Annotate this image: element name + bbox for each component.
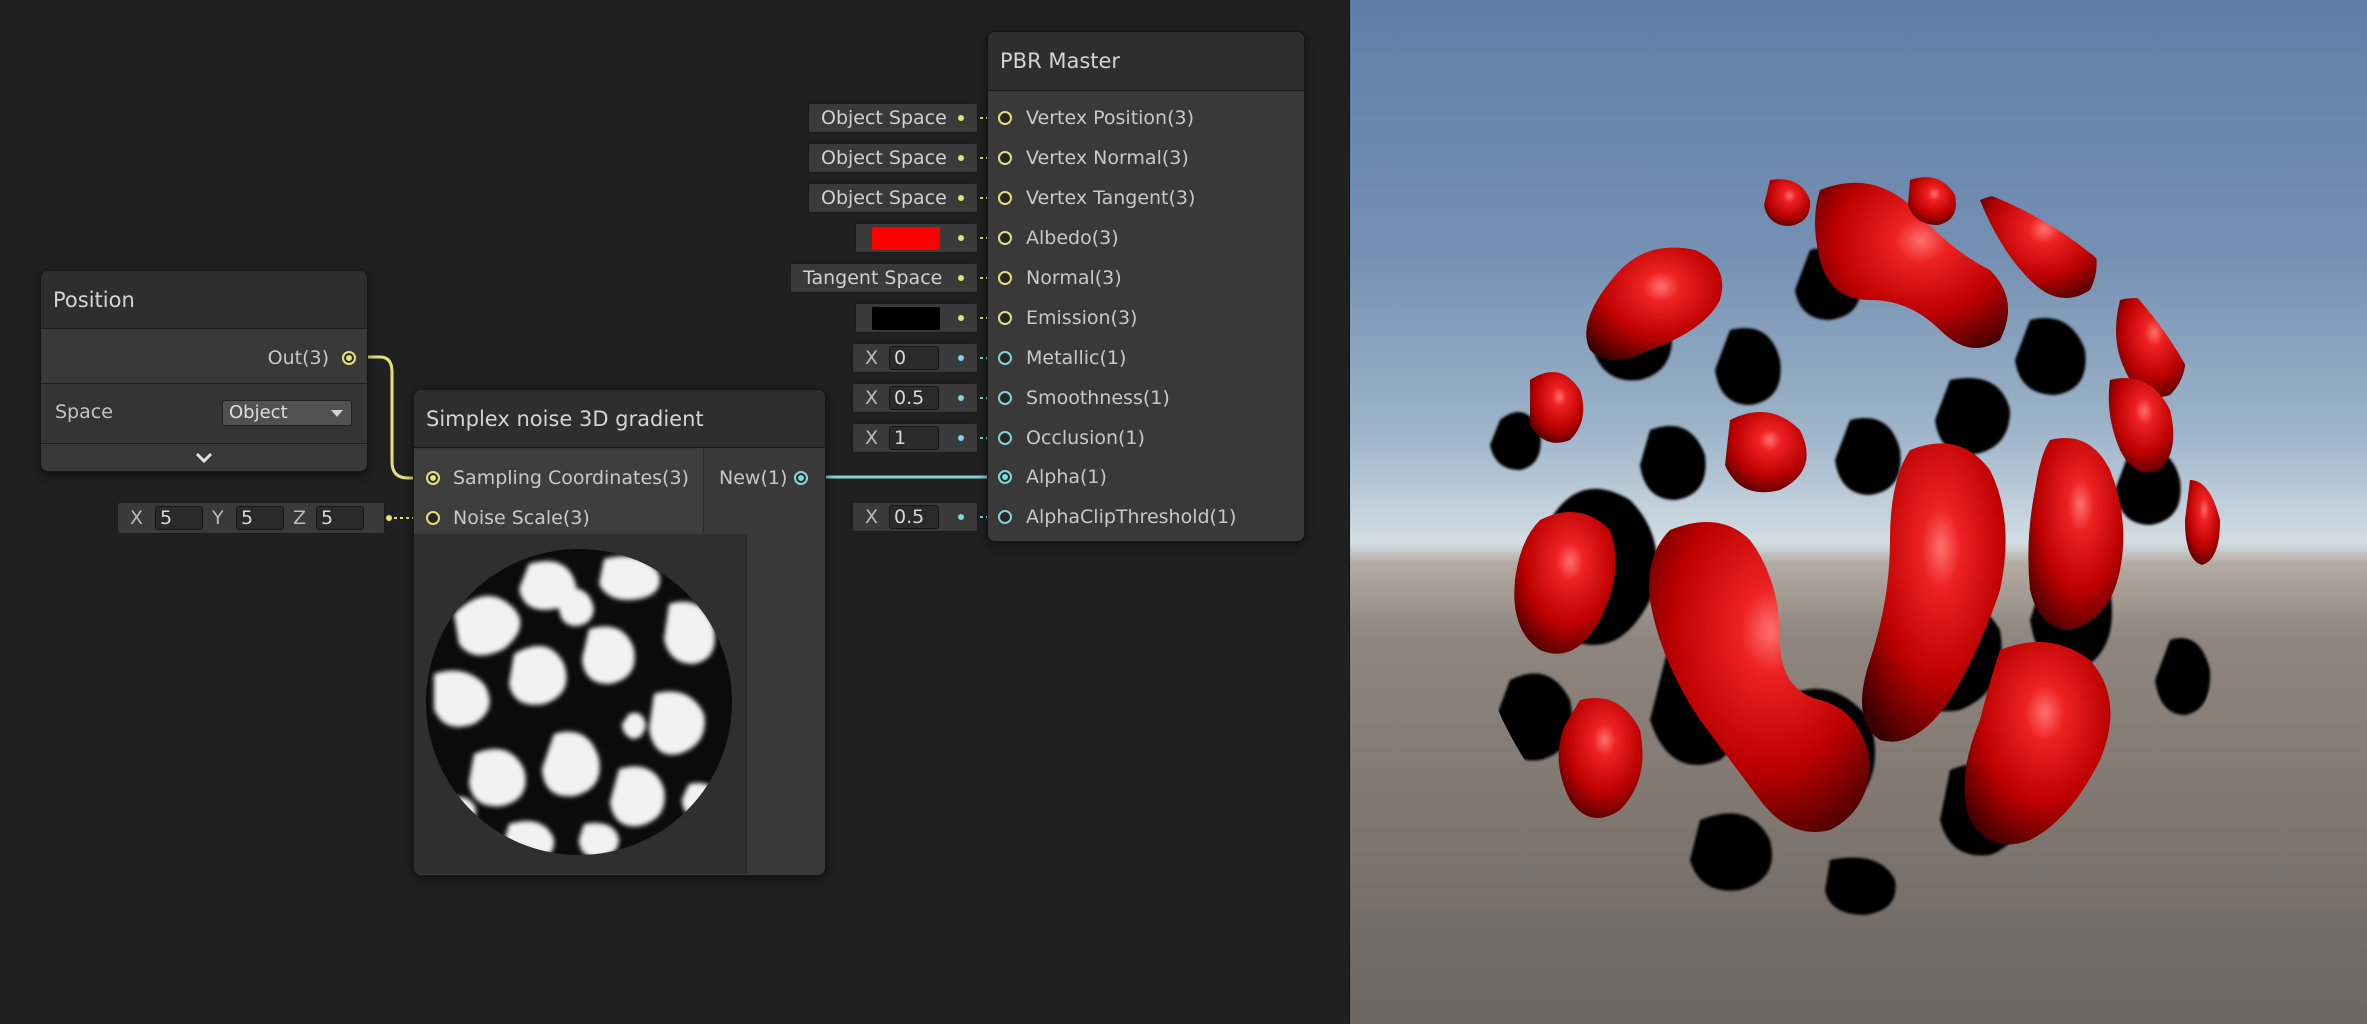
vertex-position-space-value: Object Space	[821, 107, 947, 129]
occlusion-x-label: X	[865, 427, 879, 449]
noise-scale-x-label: X	[130, 507, 144, 529]
noise-scale-dot[interactable]	[426, 511, 440, 525]
sampling-coordinates-port[interactable]: Sampling Coordinates(3)	[414, 464, 702, 494]
noise-preview-area	[414, 534, 747, 874]
normal-space-value: Tangent Space	[803, 267, 943, 289]
noise-scale-y-label: Y	[212, 507, 224, 529]
smoothness-value-field[interactable]: 0.5	[889, 386, 939, 410]
alpha-clip-threshold-dot[interactable]	[998, 510, 1012, 524]
pbr-master-title[interactable]: PBR Master	[988, 32, 1304, 91]
albedo-label: Albedo(3)	[1026, 227, 1119, 249]
metallic-value-field[interactable]: 0	[889, 346, 939, 370]
occlusion-dot[interactable]	[998, 431, 1012, 445]
position-out-dot[interactable]	[342, 351, 356, 365]
noise-scale-x-field[interactable]: 5	[155, 506, 203, 530]
smoothness-label: Smoothness(1)	[1026, 387, 1170, 409]
dropdown-arrow-icon	[331, 410, 343, 417]
emission-dot[interactable]	[998, 311, 1012, 325]
connector-dot	[958, 275, 964, 281]
noise-scale-connector-dot	[386, 515, 392, 521]
port-emission[interactable]: Emission(3)	[988, 304, 1304, 334]
alpha-label: Alpha(1)	[1026, 466, 1107, 488]
alpha-clip-value-field[interactable]: 0.5	[889, 505, 939, 529]
connector-dot	[958, 435, 964, 441]
position-node-title[interactable]: Position	[41, 271, 367, 329]
space-label: Space	[55, 401, 113, 423]
port-vertex-position[interactable]: Vertex Position(3)	[988, 104, 1304, 134]
port-alpha[interactable]: Alpha(1)	[988, 463, 1304, 493]
connector-dot	[958, 235, 964, 241]
alpha-dot[interactable]	[998, 470, 1012, 484]
position-space-row: Space Object	[41, 384, 367, 442]
pbr-master-node[interactable]: PBR Master Vertex Position(3) Vertex Nor…	[987, 31, 1305, 542]
normal-space-input[interactable]: Tangent Space	[790, 263, 978, 293]
emission-label: Emission(3)	[1026, 307, 1138, 329]
noise-new-output-dot[interactable]	[794, 471, 808, 485]
smoothness-x-label: X	[865, 387, 879, 409]
position-out-port[interactable]: Out(3)	[41, 344, 367, 374]
main-preview-window[interactable]	[1350, 0, 2367, 1024]
port-smoothness[interactable]: Smoothness(1)	[988, 384, 1304, 414]
port-alpha-clip-threshold[interactable]: AlphaClipThreshold(1)	[988, 503, 1304, 533]
sampling-coordinates-label: Sampling Coordinates(3)	[453, 467, 689, 489]
noise-new-output-label: New(1)	[719, 467, 788, 489]
metallic-x-label: X	[865, 347, 879, 369]
connector-dot	[958, 315, 964, 321]
alpha-clip-x-label: X	[865, 506, 879, 528]
port-metallic[interactable]: Metallic(1)	[988, 344, 1304, 374]
normal-label: Normal(3)	[1026, 267, 1122, 289]
noise-scale-label: Noise Scale(3)	[453, 507, 590, 529]
connector-dot	[958, 514, 964, 520]
noise-scale-z-field[interactable]: 5	[316, 506, 364, 530]
normal-dot[interactable]	[998, 271, 1012, 285]
port-vertex-normal[interactable]: Vertex Normal(3)	[988, 144, 1304, 174]
noise-scale-z-label: Z	[293, 507, 307, 529]
chevron-down-icon	[195, 452, 213, 464]
occlusion-value-field[interactable]: 1	[889, 426, 939, 450]
simplex-noise-title[interactable]: Simplex noise 3D gradient	[414, 390, 825, 448]
vertex-tangent-label: Vertex Tangent(3)	[1026, 187, 1196, 209]
connector-dot	[958, 355, 964, 361]
metallic-label: Metallic(1)	[1026, 347, 1127, 369]
port-occlusion[interactable]: Occlusion(1)	[988, 424, 1304, 454]
vertex-tangent-dot[interactable]	[998, 191, 1012, 205]
port-vertex-tangent[interactable]: Vertex Tangent(3)	[988, 184, 1304, 214]
position-node[interactable]: Position Out(3) Space Object	[40, 270, 368, 472]
space-dropdown[interactable]: Object	[222, 400, 352, 426]
vertex-position-space-input[interactable]: Object Space	[808, 103, 978, 133]
metallic-dot[interactable]	[998, 351, 1012, 365]
connector-dot	[958, 155, 964, 161]
noise-preview-sphere	[426, 549, 732, 855]
vertex-position-label: Vertex Position(3)	[1026, 107, 1195, 129]
noise-new-output-port[interactable]: New(1)	[703, 464, 825, 494]
port-albedo[interactable]: Albedo(3)	[988, 224, 1304, 254]
connector-dot	[958, 395, 964, 401]
smoothness-dot[interactable]	[998, 391, 1012, 405]
vertex-tangent-space-value: Object Space	[821, 187, 947, 209]
position-expand-bar[interactable]	[41, 443, 367, 471]
emission-color-swatch[interactable]	[872, 307, 940, 330]
port-normal[interactable]: Normal(3)	[988, 264, 1304, 294]
space-dropdown-value: Object	[229, 402, 288, 423]
dissolved-sphere-preview	[1490, 177, 2220, 915]
vertex-normal-space-value: Object Space	[821, 147, 947, 169]
vertex-tangent-space-input[interactable]: Object Space	[808, 183, 978, 213]
vertex-normal-label: Vertex Normal(3)	[1026, 147, 1189, 169]
albedo-color-swatch[interactable]	[872, 227, 940, 250]
vertex-normal-space-input[interactable]: Object Space	[808, 143, 978, 173]
simplex-noise-node[interactable]: Simplex noise 3D gradient Sampling Coord…	[413, 389, 826, 876]
vertex-normal-dot[interactable]	[998, 151, 1012, 165]
noise-scale-port[interactable]: Noise Scale(3)	[414, 504, 702, 534]
occlusion-label: Occlusion(1)	[1026, 427, 1145, 449]
noise-scale-input: X 5 Y 5 Z 5	[117, 502, 385, 534]
noise-scale-y-field[interactable]: 5	[236, 506, 284, 530]
position-out-label: Out(3)	[267, 347, 329, 369]
vertex-position-dot[interactable]	[998, 111, 1012, 125]
shader-graph-canvas[interactable]: Position Out(3) Space Object X 5 Y 5 Z 5	[0, 0, 1350, 1024]
connector-dot	[958, 115, 964, 121]
albedo-dot[interactable]	[998, 231, 1012, 245]
connector-dot	[958, 195, 964, 201]
alpha-clip-threshold-label: AlphaClipThreshold(1)	[1026, 506, 1237, 528]
sampling-coordinates-dot[interactable]	[426, 471, 440, 485]
